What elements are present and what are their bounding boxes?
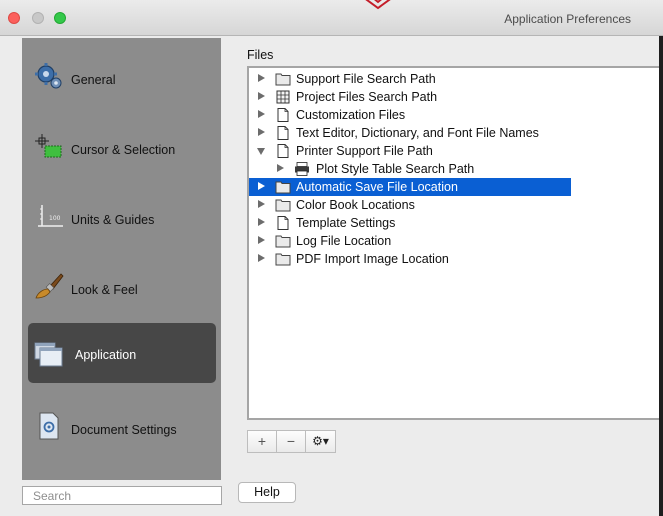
document-icon — [277, 144, 289, 158]
sidebar-item-application[interactable]: Application — [28, 323, 216, 383]
tree-item-label: Plot Style Table Search Path — [316, 162, 475, 176]
expand-arrow-icon[interactable] — [258, 128, 265, 136]
title-bar: Application Preferences — [0, 0, 663, 36]
expand-arrow-icon[interactable] — [277, 164, 284, 172]
document-icon — [277, 216, 289, 230]
sidebar-item-units-guides[interactable]: 100 Units & Guides — [28, 184, 216, 244]
sidebar-item-general[interactable]: General — [28, 44, 216, 104]
tree-item-log-file-location[interactable]: Log File Location — [249, 232, 663, 250]
tree-item-label: PDF Import Image Location — [296, 252, 449, 266]
stacked-windows-icon — [34, 342, 63, 367]
paintbrush-icon — [35, 273, 64, 299]
folder-icon — [275, 181, 291, 194]
sidebar-item-label: Units & Guides — [71, 213, 155, 227]
document-icon — [277, 126, 289, 140]
tree-item-plot-style-table-search-path[interactable]: Plot Style Table Search Path — [249, 160, 663, 178]
add-path-button[interactable]: + — [247, 430, 276, 453]
action-menu-button[interactable]: ⚙▾ — [305, 430, 336, 453]
minimize-window-button[interactable] — [32, 12, 44, 24]
tree-item-customization-files[interactable]: Customization Files — [249, 106, 663, 124]
sidebar-item-label: Cursor & Selection — [71, 143, 176, 157]
expand-arrow-icon[interactable] — [258, 74, 265, 82]
files-tree[interactable]: Support File Search Path Project Files S… — [247, 66, 663, 420]
expand-arrow-icon[interactable] — [258, 182, 265, 190]
tree-item-color-book-locations[interactable]: Color Book Locations — [249, 196, 663, 214]
search-placeholder: Search — [33, 489, 72, 503]
sidebar-item-label: Look & Feel — [71, 283, 138, 297]
tree-item-label: Support File Search Path — [296, 72, 436, 86]
tree-item-support-file-search-path[interactable]: Support File Search Path — [249, 70, 663, 88]
preferences-window: Application Preferences General Cursor &… — [0, 0, 663, 516]
tree-item-label: Automatic Save File Location — [296, 180, 458, 194]
project-grid-icon — [276, 90, 290, 104]
tree-item-text-editor-dictionary-font-files[interactable]: Text Editor, Dictionary, and Font File N… — [249, 124, 663, 142]
gears-icon — [35, 63, 62, 89]
collapse-arrow-icon[interactable] — [257, 148, 265, 155]
svg-text:100: 100 — [49, 215, 61, 222]
files-section-label: Files — [247, 48, 274, 62]
tree-item-project-files-search-path[interactable]: Project Files Search Path — [249, 88, 663, 106]
sidebar-item-document-settings[interactable]: Document Settings — [28, 394, 216, 454]
document-icon — [277, 108, 289, 122]
printer-icon — [295, 162, 309, 176]
tree-item-label: Project Files Search Path — [296, 90, 438, 104]
expand-arrow-icon[interactable] — [258, 110, 265, 118]
expand-arrow-icon[interactable] — [258, 92, 265, 100]
folder-icon — [275, 253, 291, 266]
tree-item-pdf-import-image-location[interactable]: PDF Import Image Location — [249, 250, 663, 268]
preferences-sidebar: General Cursor & Selection 100 Units & G… — [22, 38, 221, 480]
cursor-crosshair-icon — [35, 134, 62, 158]
tree-item-label: Printer Support File Path — [296, 144, 433, 158]
sidebar-item-look-feel[interactable]: Look & Feel — [28, 254, 216, 314]
tree-item-printer-support-file-path[interactable]: Printer Support File Path — [249, 142, 663, 160]
expand-arrow-icon[interactable] — [258, 200, 265, 208]
tree-item-template-settings[interactable]: Template Settings — [249, 214, 663, 232]
help-button[interactable]: Help — [238, 482, 296, 503]
ruler-icon: 100 — [38, 205, 63, 227]
app-logo-icon — [365, 0, 391, 10]
sidebar-item-label: Application — [75, 348, 137, 362]
sidebar-item-label: Document Settings — [71, 423, 177, 437]
tree-item-label: Log File Location — [296, 234, 392, 248]
folder-icon — [275, 73, 291, 86]
zoom-window-button[interactable] — [54, 12, 66, 24]
window-title: Application Preferences — [504, 12, 631, 26]
tree-action-bar: + − ⚙▾ — [247, 430, 336, 454]
search-input[interactable]: Search — [22, 486, 222, 505]
tree-item-automatic-save-file-location[interactable]: Automatic Save File Location — [249, 178, 571, 196]
expand-arrow-icon[interactable] — [258, 236, 265, 244]
remove-path-button[interactable]: − — [276, 430, 305, 453]
sidebar-item-cursor-selection[interactable]: Cursor & Selection — [28, 114, 216, 174]
sidebar-item-label: General — [71, 73, 116, 87]
tree-item-label: Template Settings — [296, 216, 396, 230]
expand-arrow-icon[interactable] — [258, 218, 265, 226]
tree-item-label: Customization Files — [296, 108, 406, 122]
folder-icon — [275, 199, 291, 212]
expand-arrow-icon[interactable] — [258, 254, 265, 262]
tree-item-label: Text Editor, Dictionary, and Font File N… — [296, 126, 539, 140]
document-icon — [39, 412, 59, 440]
close-window-button[interactable] — [8, 12, 20, 24]
window-edge — [659, 36, 663, 516]
folder-icon — [275, 235, 291, 248]
tree-item-label: Color Book Locations — [296, 198, 415, 212]
